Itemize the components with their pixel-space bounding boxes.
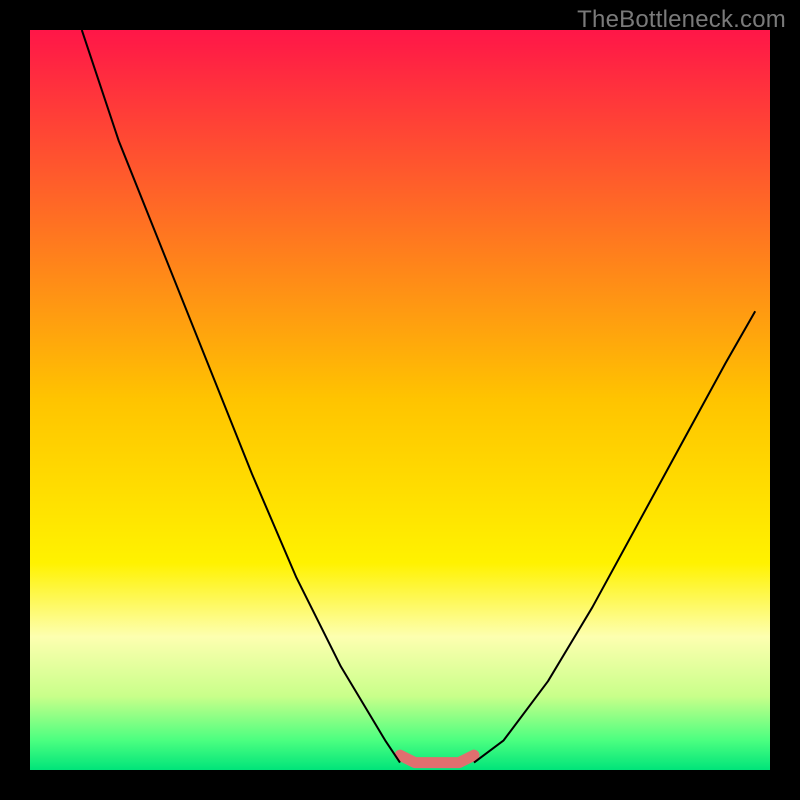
chart-svg xyxy=(0,0,800,800)
watermark-text: TheBottleneck.com xyxy=(577,6,786,34)
plot-background xyxy=(30,30,770,770)
chart-frame: TheBottleneck.com xyxy=(0,0,800,800)
